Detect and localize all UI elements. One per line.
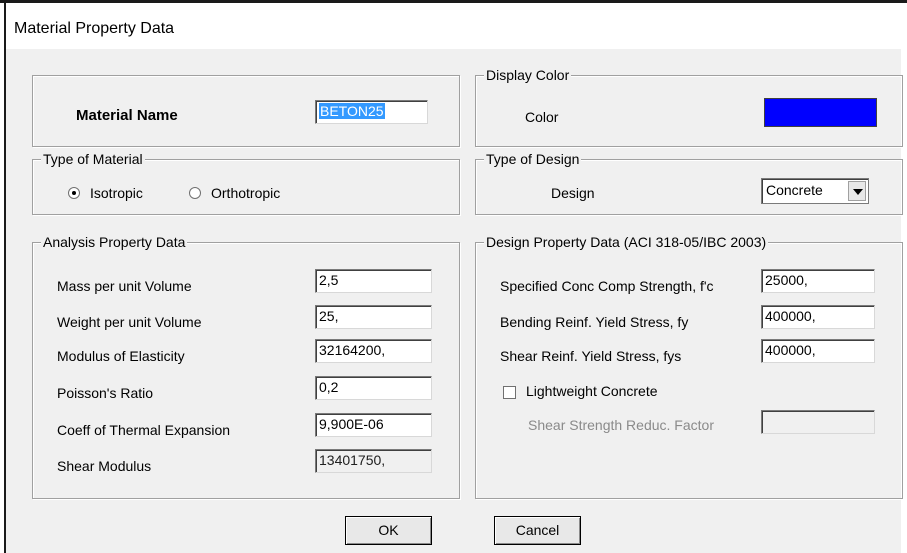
material-name-value: BETON25	[319, 103, 385, 119]
orthotropic-radio[interactable]	[189, 187, 201, 199]
type-of-material-group: Type of Material Isotropic Orthotropic	[32, 150, 460, 215]
isotropic-radio[interactable]	[68, 187, 80, 199]
fy-input[interactable]: 400000,	[761, 305, 875, 329]
mass-input[interactable]: 2,5	[315, 269, 432, 293]
color-label: Color	[525, 109, 559, 125]
display-color-legend: Display Color	[484, 66, 572, 84]
lightweight-label[interactable]: Lightweight Concrete	[526, 382, 658, 400]
color-swatch[interactable]	[764, 98, 877, 127]
thermal-label: Coeff of Thermal Expansion	[57, 422, 231, 438]
fys-input[interactable]: 400000,	[761, 339, 875, 363]
design-property-group: Design Property Data (ACI 318-05/IBC 200…	[475, 233, 903, 499]
shear-reduc-input	[761, 410, 875, 434]
fy-label: Bending Reinf. Yield Stress, fy	[500, 314, 689, 330]
shear-reduc-label: Shear Strength Reduc. Factor	[528, 417, 714, 433]
material-name-group: Material Name BETON25	[32, 75, 460, 147]
window-title: Material Property Data	[14, 20, 175, 37]
fc-input[interactable]: 25000,	[761, 269, 875, 293]
ok-button[interactable]: OK	[345, 516, 432, 545]
design-value: Concrete	[766, 182, 823, 198]
shear-modulus-label: Shear Modulus	[57, 458, 152, 474]
poisson-label: Poisson's Ratio	[57, 385, 154, 401]
chevron-down-icon[interactable]	[848, 181, 866, 201]
title-bar[interactable]: Material Property Data	[4, 3, 907, 49]
poisson-input[interactable]: 0,2	[315, 376, 432, 400]
display-color-group: Display Color Color	[475, 66, 903, 147]
design-label: Design	[551, 185, 595, 201]
type-of-design-group: Type of Design Design Concrete	[475, 150, 903, 215]
design-dropdown[interactable]: Concrete	[761, 178, 869, 204]
type-of-material-legend: Type of Material	[41, 150, 145, 168]
design-property-legend: Design Property Data (ACI 318-05/IBC 200…	[484, 233, 769, 251]
lightweight-checkbox[interactable]	[503, 386, 516, 399]
material-name-label: Material Name	[76, 107, 178, 124]
analysis-property-legend: Analysis Property Data	[41, 233, 188, 251]
orthotropic-label[interactable]: Orthotropic	[211, 184, 280, 202]
modulus-label: Modulus of Elasticity	[57, 348, 185, 364]
weight-input[interactable]: 25,	[315, 305, 432, 329]
analysis-property-group: Analysis Property Data Mass per unit Vol…	[32, 233, 460, 499]
mass-label: Mass per unit Volume	[57, 278, 192, 294]
weight-label: Weight per unit Volume	[57, 314, 202, 330]
fc-label: Specified Conc Comp Strength, f'c	[500, 278, 714, 294]
thermal-input[interactable]: 9,900E-06	[315, 413, 432, 437]
cancel-button[interactable]: Cancel	[494, 516, 581, 545]
shear-modulus-field: 13401750,	[315, 449, 432, 473]
isotropic-label[interactable]: Isotropic	[90, 184, 143, 202]
material-name-input[interactable]: BETON25	[315, 100, 428, 124]
type-of-design-legend: Type of Design	[484, 150, 582, 168]
dialog-client-area: Material Name BETON25 Display Color Colo…	[4, 49, 903, 553]
fys-label: Shear Reinf. Yield Stress, fys	[500, 348, 682, 364]
modulus-input[interactable]: 32164200,	[315, 339, 432, 363]
